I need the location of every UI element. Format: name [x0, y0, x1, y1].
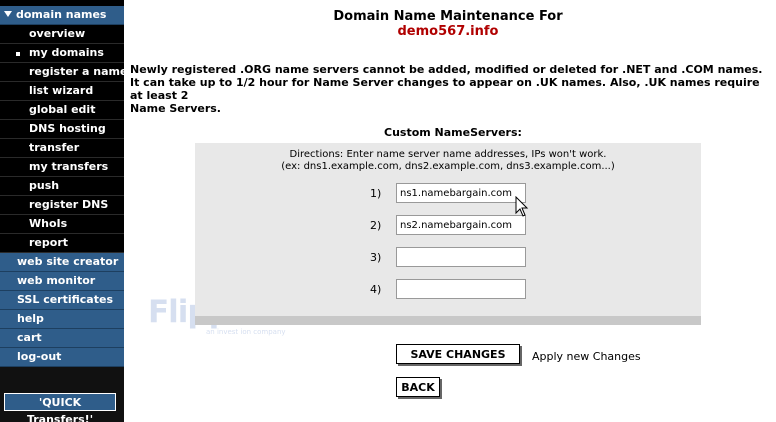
nav-domain-names[interactable]: domain names — [0, 6, 124, 25]
nav-overview[interactable]: overview — [0, 25, 124, 44]
nav-label: register a name — [29, 65, 124, 78]
nav-help[interactable]: help — [0, 310, 124, 329]
mouse-cursor-icon — [515, 196, 529, 217]
nameserver-number: 2) — [370, 219, 382, 232]
nav-label: report — [29, 236, 68, 249]
nav-list-wizard[interactable]: list wizard — [0, 82, 124, 101]
notice-line: Newly registered .ORG name servers canno… — [130, 63, 763, 76]
active-bullet-icon — [16, 52, 20, 56]
nav-my-transfers[interactable]: my transfers — [0, 158, 124, 177]
nav-label: WhoIs — [29, 217, 68, 230]
notice-line: It can take up to 1/2 hour for Name Serv… — [130, 76, 760, 102]
sidebar-nav: domain names overview my domains registe… — [0, 0, 124, 422]
nav-label: my transfers — [29, 160, 109, 173]
nav-label: overview — [29, 27, 86, 40]
nav-dns-hosting[interactable]: DNS hosting — [0, 120, 124, 139]
nav-transfer[interactable]: transfer — [0, 139, 124, 158]
apply-changes-label: Apply new Changes — [532, 350, 641, 363]
notice-line: Name Servers. — [130, 102, 221, 115]
nameserver-3-input[interactable] — [396, 247, 526, 267]
nameserver-number: 1) — [370, 187, 382, 200]
expand-triangle-icon — [4, 11, 12, 17]
nav-global-edit[interactable]: global edit — [0, 101, 124, 120]
directions-line: (ex: dns1.example.com, dns2.example.com,… — [281, 161, 615, 172]
nav-cart[interactable]: cart — [0, 329, 124, 348]
nav-label: help — [17, 312, 44, 325]
nav-log-out[interactable]: log-out — [0, 348, 124, 367]
nav-label: my domains — [29, 46, 104, 59]
nav-register-dns[interactable]: register DNS — [0, 196, 124, 215]
domain-name: demo567.info — [397, 24, 499, 39]
nav-label: web site creator — [17, 255, 119, 268]
page-title: Domain Name Maintenance For — [333, 9, 563, 24]
nav-label: push — [29, 179, 60, 192]
nav-label: domain names — [16, 8, 107, 21]
nameserver-number: 4) — [370, 283, 382, 296]
panel-footer-bar — [195, 316, 701, 325]
nameserver-2-input[interactable] — [396, 215, 526, 235]
directions-line: Directions: Enter name server name addre… — [289, 149, 607, 160]
page-heading: Domain Name Maintenance For demo567.info — [300, 9, 596, 39]
nav-label: list wizard — [29, 84, 94, 97]
nav-push[interactable]: push — [0, 177, 124, 196]
nameserver-4-input[interactable] — [396, 279, 526, 299]
nav-label: DNS hosting — [29, 122, 106, 135]
directions-text: Directions: Enter name server name addre… — [195, 149, 701, 173]
nav-ssl-certificates[interactable]: SSL certificates — [0, 291, 124, 310]
quick-transfers-button[interactable]: 'QUICK Transfers!' — [4, 393, 116, 422]
nav-label: SSL certificates — [17, 293, 113, 306]
nav-label: transfer — [29, 141, 80, 154]
nav-label: register DNS — [29, 198, 109, 211]
nav-whois[interactable]: WhoIs — [0, 215, 124, 234]
nav-label: cart — [17, 331, 42, 344]
watermark-tagline: an invest ion company — [206, 328, 286, 336]
nav-report[interactable]: report — [0, 234, 124, 253]
save-changes-button[interactable]: SAVE CHANGES — [396, 344, 520, 364]
nav-my-domains[interactable]: my domains — [0, 44, 124, 63]
nav-web-monitor[interactable]: web monitor — [0, 272, 124, 291]
back-button[interactable]: BACK — [396, 377, 440, 397]
nav-label: log-out — [17, 350, 62, 363]
nameserver-1-input[interactable] — [396, 183, 526, 203]
custom-nameservers-title: Custom NameServers: — [384, 126, 522, 139]
nav-web-site-creator[interactable]: web site creator — [0, 253, 124, 272]
nameserver-number: 3) — [370, 251, 382, 264]
nav-label: web monitor — [17, 274, 96, 287]
notice-text: Newly registered .ORG name servers canno… — [130, 63, 770, 115]
nav-register-a-name[interactable]: register a name — [0, 63, 124, 82]
nav-label: global edit — [29, 103, 96, 116]
